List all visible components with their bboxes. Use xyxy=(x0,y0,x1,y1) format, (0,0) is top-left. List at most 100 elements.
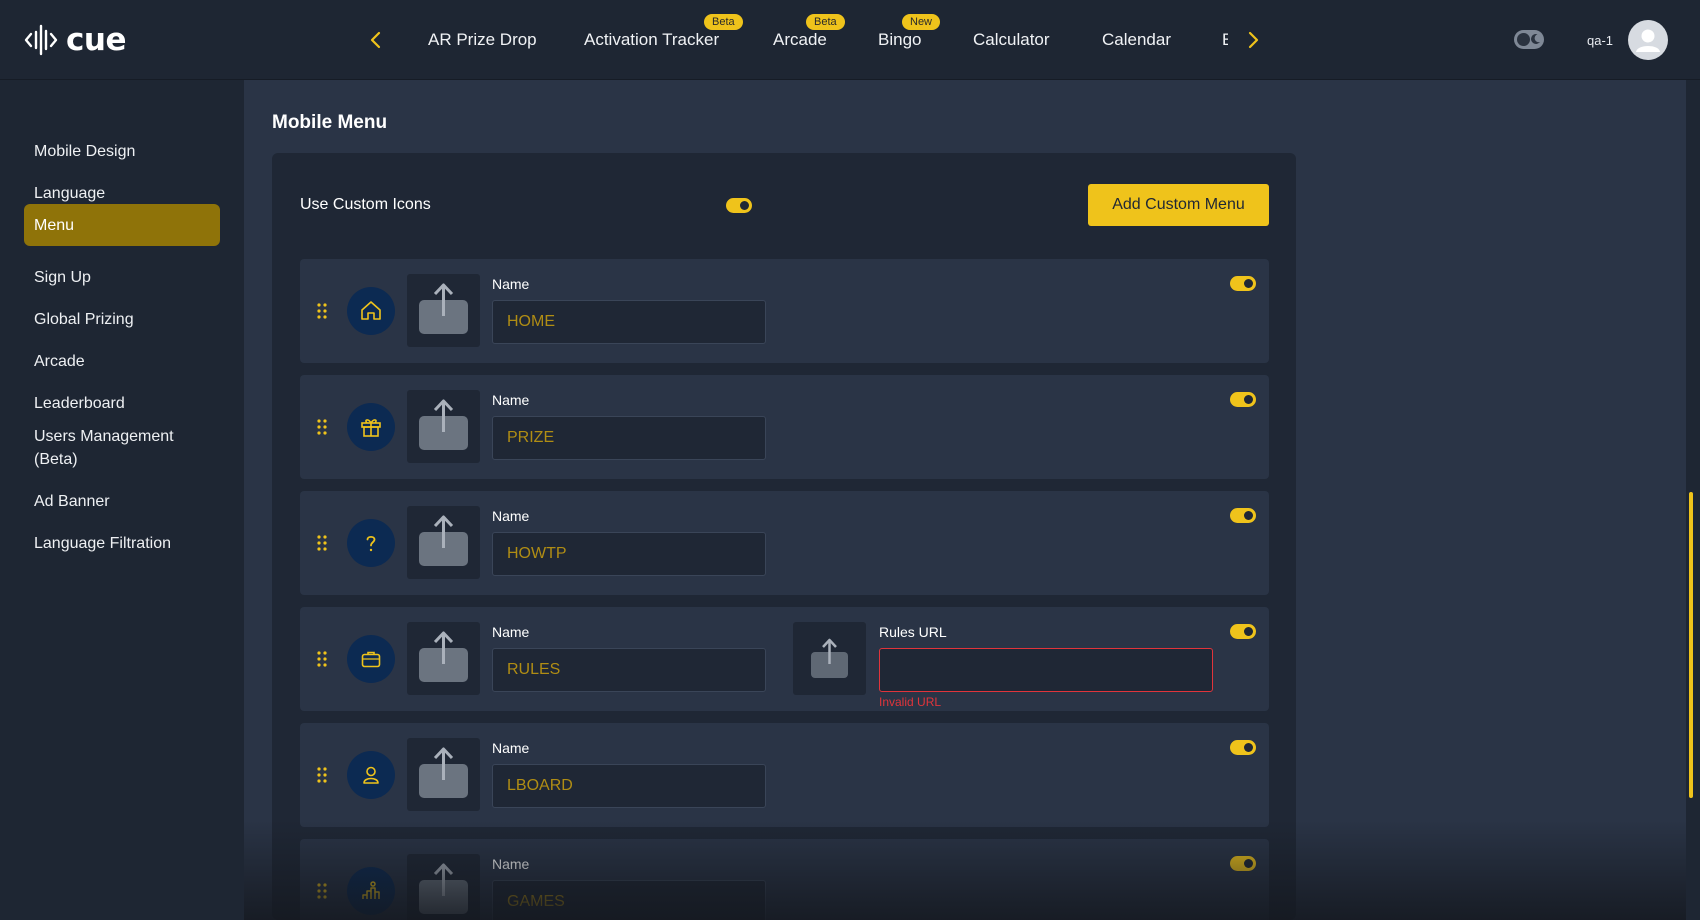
tab-ar-prize-drop[interactable]: AR Prize Drop xyxy=(428,30,537,50)
tab-label: Calendar xyxy=(1102,30,1171,49)
toggle-knob xyxy=(1244,627,1253,636)
upload-icon xyxy=(419,747,468,798)
upload-icon xyxy=(419,863,468,914)
menu-icon-selector[interactable] xyxy=(347,867,395,915)
menu-icon-selector[interactable] xyxy=(347,519,395,567)
name-label: Name xyxy=(492,392,530,408)
add-custom-menu-button[interactable]: Add Custom Menu xyxy=(1088,184,1269,226)
home-icon xyxy=(361,301,381,320)
sidebar-item-label: Users Management (Beta) xyxy=(34,428,174,468)
menu-item-enabled-toggle[interactable] xyxy=(1230,740,1256,755)
sidebar-item-label: Leaderboard xyxy=(34,394,125,412)
icon-upload-button[interactable] xyxy=(407,390,480,463)
drag-handle-icon[interactable] xyxy=(317,535,327,551)
menu-icon-selector[interactable] xyxy=(347,751,395,799)
nav-prev-button[interactable] xyxy=(363,26,389,54)
chevron-left-icon xyxy=(370,31,381,49)
drag-handle-icon[interactable] xyxy=(317,883,327,899)
tab-label: Calculator xyxy=(973,30,1050,49)
menu-icon-selector[interactable] xyxy=(347,635,395,683)
podium-icon xyxy=(362,881,380,899)
gift-icon xyxy=(361,419,381,437)
icon-upload-button[interactable] xyxy=(407,506,480,579)
tab-arcade[interactable]: Arcade Beta xyxy=(773,14,845,50)
menu-item-card-lboard: Name xyxy=(300,723,1269,827)
menu-item-card-games: Name xyxy=(300,839,1269,920)
menu-icon-selector[interactable] xyxy=(347,287,395,335)
drag-handle-icon[interactable] xyxy=(317,419,327,435)
toggle-knob xyxy=(1244,279,1253,288)
drag-handle-icon[interactable] xyxy=(317,303,327,319)
new-badge: New xyxy=(902,14,941,30)
menu-item-enabled-toggle[interactable] xyxy=(1230,392,1256,407)
tab-label: E xyxy=(1222,30,1228,49)
menu-item-card-home: Name xyxy=(300,259,1269,363)
name-label: Name xyxy=(492,740,530,756)
sidebar-item-label: Language xyxy=(34,184,106,202)
menu-item-card-prize: Name xyxy=(300,375,1269,479)
menu-item-enabled-toggle[interactable] xyxy=(1230,856,1256,871)
tab-label: Bingo xyxy=(878,30,922,49)
rules-file-upload-button[interactable] xyxy=(793,622,866,695)
moon-icon xyxy=(1531,33,1540,44)
upload-icon xyxy=(811,638,848,678)
icon-upload-button[interactable] xyxy=(407,274,480,347)
sidebar-item-menu[interactable]: Menu xyxy=(24,204,220,246)
tab-e[interactable]: E xyxy=(1222,30,1228,50)
menu-icon-selector[interactable] xyxy=(347,403,395,451)
name-input[interactable] xyxy=(492,648,766,692)
icon-upload-button[interactable] xyxy=(407,854,480,920)
page-title: Mobile Menu xyxy=(272,112,388,133)
sidebar-item-ad-banner[interactable]: Ad Banner xyxy=(24,480,220,522)
nav-next-button[interactable] xyxy=(1240,26,1266,54)
upload-icon xyxy=(419,515,468,566)
tab-label: AR Prize Drop xyxy=(428,30,537,49)
drag-handle-icon[interactable] xyxy=(317,767,327,783)
user-name: qa-1 xyxy=(1587,33,1614,48)
tab-calendar[interactable]: Calendar xyxy=(1102,30,1171,50)
name-input[interactable] xyxy=(492,300,766,344)
tab-calculator[interactable]: Calculator xyxy=(973,30,1050,50)
name-input[interactable] xyxy=(492,880,766,920)
toggle-knob xyxy=(1244,511,1253,520)
drag-handle-icon[interactable] xyxy=(317,651,327,667)
vertical-scrollbar[interactable] xyxy=(1686,80,1700,920)
tab-label: Activation Tracker xyxy=(584,30,720,49)
scrollbar-thumb[interactable] xyxy=(1689,492,1693,798)
menu-panel: Use Custom Icons Add Custom Menu Name HO… xyxy=(272,153,1296,920)
menu-item-card-rules: Name Rules URL Invalid URL xyxy=(300,607,1269,711)
sidebar-item-arcade[interactable]: Arcade xyxy=(24,340,220,382)
sidebar-item-mobile-design[interactable]: Mobile Design xyxy=(24,130,220,172)
name-label: Name xyxy=(492,276,530,292)
menu-item-enabled-toggle[interactable] xyxy=(1230,624,1256,639)
sidebar-item-label: Ad Banner xyxy=(34,492,110,510)
sidebar-item-language-filtration[interactable]: Language Filtration xyxy=(24,522,220,564)
tab-label: Arcade xyxy=(773,30,827,49)
chevron-right-icon xyxy=(1248,31,1259,49)
rules-url-label: Rules URL xyxy=(879,624,947,640)
menu-item-enabled-toggle[interactable] xyxy=(1230,276,1256,291)
sidebar-item-users-management[interactable]: Users Management (Beta) xyxy=(24,422,220,474)
upload-icon xyxy=(419,399,468,450)
sidebar-item-leaderboard[interactable]: Leaderboard xyxy=(24,382,220,424)
sidebar-item-label: Menu xyxy=(34,216,75,234)
tab-bingo[interactable]: Bingo New xyxy=(878,14,941,50)
logo[interactable]: cue xyxy=(24,20,126,60)
app-tabs: AR Prize Drop Activation Tracker Beta Ar… xyxy=(400,0,1228,80)
beta-badge: Beta xyxy=(704,14,743,30)
icon-upload-button[interactable] xyxy=(407,738,480,811)
top-bar: cue AR Prize Drop Activation Tracker Bet… xyxy=(0,0,1700,80)
menu-item-enabled-toggle[interactable] xyxy=(1230,508,1256,523)
name-input[interactable] xyxy=(492,764,766,808)
name-input[interactable] xyxy=(492,532,766,576)
tab-activation-tracker[interactable]: Activation Tracker Beta xyxy=(584,14,743,50)
name-input[interactable] xyxy=(492,416,766,460)
icon-upload-button[interactable] xyxy=(407,622,480,695)
sidebar-item-label: Global Prizing xyxy=(34,310,134,328)
rules-url-input[interactable] xyxy=(879,648,1213,692)
use-custom-icons-toggle[interactable] xyxy=(726,198,752,213)
sidebar-item-sign-up[interactable]: Sign Up xyxy=(24,256,220,298)
sidebar-item-global-prizing[interactable]: Global Prizing xyxy=(24,298,220,340)
avatar[interactable] xyxy=(1628,20,1668,60)
theme-toggle[interactable] xyxy=(1514,30,1544,49)
